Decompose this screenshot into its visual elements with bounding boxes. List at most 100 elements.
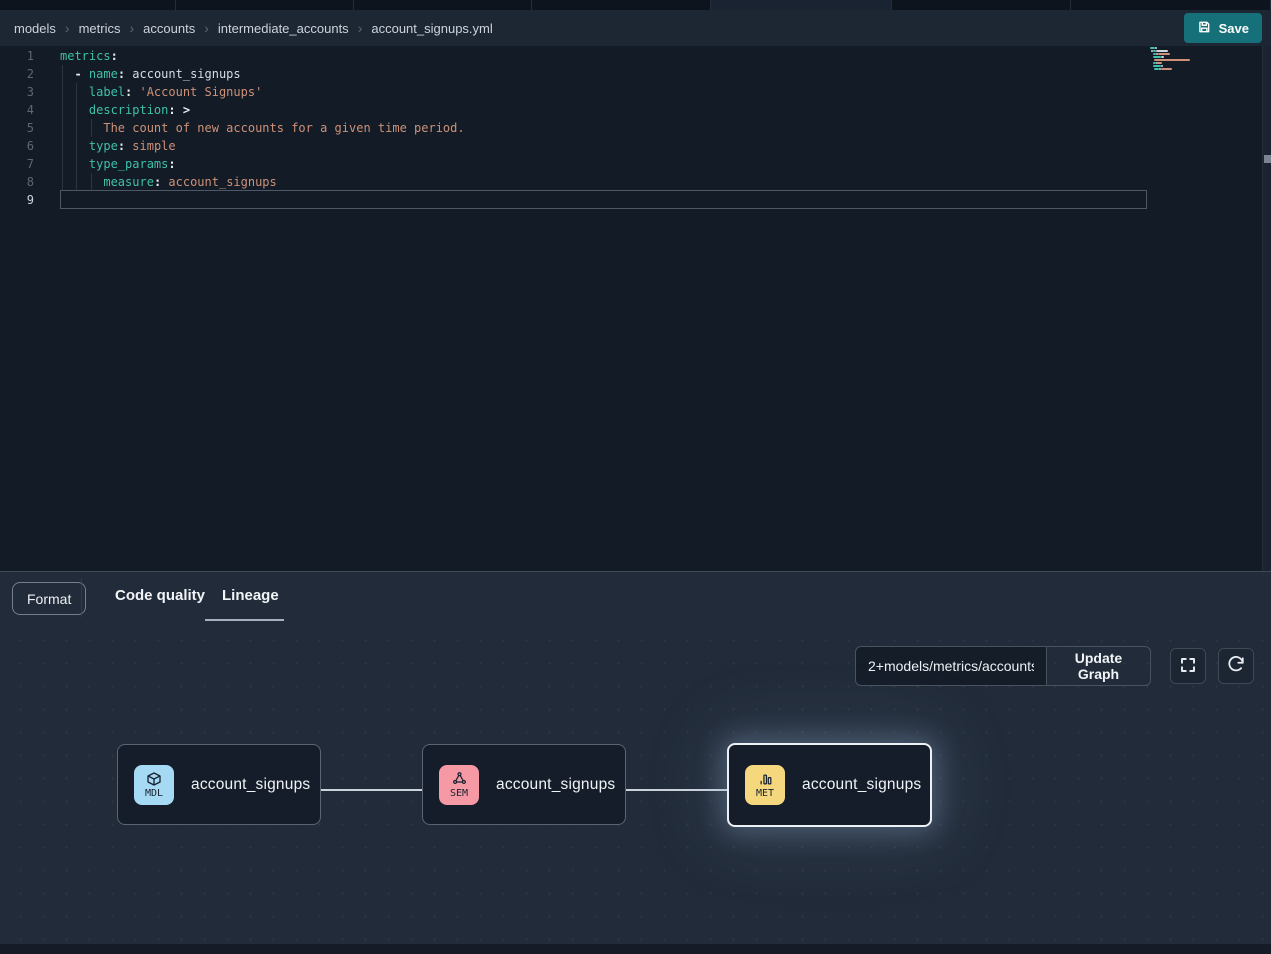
tab-lineage[interactable]: Lineage xyxy=(222,587,279,604)
code-line[interactable]: 4 description: > xyxy=(0,101,1271,119)
indent-guide xyxy=(62,65,63,191)
node-label: account_signups xyxy=(191,776,310,794)
minimap-line xyxy=(1161,68,1172,70)
editor-tab[interactable] xyxy=(532,0,711,10)
line-number: 5 xyxy=(0,119,60,137)
code-text: label: 'Account Signups' xyxy=(60,83,262,101)
save-label: Save xyxy=(1219,21,1249,36)
minimap[interactable] xyxy=(1150,47,1214,81)
chevron-right-icon: › xyxy=(65,20,70,36)
editor-tab-strip xyxy=(0,0,1271,10)
code-line[interactable]: 2 - name: account_signups xyxy=(0,65,1271,83)
code-text: - name: account_signups xyxy=(60,65,241,83)
code-line[interactable]: 1metrics: xyxy=(0,47,1271,65)
editor-tab[interactable] xyxy=(0,0,176,10)
line-number: 7 xyxy=(0,155,60,173)
node-type-label: SEM xyxy=(450,788,468,799)
code-text: description: > xyxy=(60,101,190,119)
breadcrumb-item[interactable]: intermediate_accounts xyxy=(218,21,349,36)
divider xyxy=(81,578,82,617)
line-number: 2 xyxy=(0,65,60,83)
code-editor[interactable]: 1metrics:2 - name: account_signups3 labe… xyxy=(0,46,1271,571)
line-number: 1 xyxy=(0,47,60,65)
minimap-line xyxy=(1153,56,1161,58)
save-icon xyxy=(1197,20,1211,37)
editor-tab[interactable] xyxy=(354,0,532,10)
code-line[interactable]: 6 type: simple xyxy=(0,137,1271,155)
code-line[interactable]: 8 measure: account_signups xyxy=(0,173,1271,191)
file-header-bar: models › metrics › accounts › intermediate_acc… xyxy=(0,10,1271,46)
node-label: account_signups xyxy=(802,776,921,794)
editor-tab[interactable] xyxy=(892,0,1071,10)
minimap-line xyxy=(1155,47,1157,49)
chevron-right-icon: › xyxy=(129,20,134,36)
save-button[interactable]: Save xyxy=(1184,13,1262,43)
node-type-badge: SEM xyxy=(439,765,479,805)
code-line[interactable]: 5 The count of new accounts for a given … xyxy=(0,119,1271,137)
model-selector-group: Update Graph xyxy=(855,646,1151,686)
breadcrumb: models › metrics › accounts › intermediate_acc… xyxy=(14,20,493,36)
lineage-node-met[interactable]: MET account_signups xyxy=(727,743,932,827)
chevron-right-icon: › xyxy=(358,20,363,36)
update-graph-button[interactable]: Update Graph xyxy=(1046,646,1151,686)
breadcrumb-item[interactable]: account_signups.yml xyxy=(371,21,492,36)
minimap-line xyxy=(1162,56,1164,58)
lineage-node-mdl[interactable]: MDL account_signups xyxy=(117,744,321,825)
editor-tab[interactable] xyxy=(176,0,354,10)
line-number: 4 xyxy=(0,101,60,119)
lineage-canvas[interactable]: Update Graph MDL account_signups SEM accoun… xyxy=(0,622,1271,945)
breadcrumb-item[interactable]: metrics xyxy=(79,21,121,36)
node-type-label: MET xyxy=(756,788,774,799)
ide-window: models › metrics › accounts › intermediate_acc… xyxy=(0,0,1271,954)
code-text: type: simple xyxy=(60,137,176,155)
minimap-line xyxy=(1157,62,1161,64)
indent-guide xyxy=(91,119,92,137)
indent-guide xyxy=(91,173,92,191)
line-number: 6 xyxy=(0,137,60,155)
network-icon xyxy=(452,771,467,787)
editor-tab-active[interactable] xyxy=(711,0,892,10)
panel-bottom-strip xyxy=(0,944,1271,954)
panel-tab-bar: Format Code quality Lineage xyxy=(0,572,1271,622)
indent-guide xyxy=(76,83,77,191)
line-number: 8 xyxy=(0,173,60,191)
minimap-line xyxy=(1158,53,1170,55)
lineage-node-sem[interactable]: SEM account_signups xyxy=(422,744,626,825)
minimap-line xyxy=(1153,65,1161,67)
editor-scrollbar[interactable] xyxy=(1262,46,1271,571)
code-text: measure: account_signups xyxy=(60,173,277,191)
tab-code-quality[interactable]: Code quality xyxy=(115,587,205,604)
bar-chart-icon xyxy=(758,771,773,787)
active-tab-underline xyxy=(205,619,284,621)
code-lines: 1metrics:2 - name: account_signups3 labe… xyxy=(0,47,1271,209)
line-number: 9 xyxy=(0,191,60,209)
current-line-highlight xyxy=(60,190,1147,209)
fullscreen-icon xyxy=(1179,656,1197,677)
node-label: account_signups xyxy=(496,776,615,794)
edge-connector xyxy=(321,789,422,791)
bottom-panel: Format Code quality Lineage Update Graph xyxy=(0,571,1271,954)
minimap-line xyxy=(1157,50,1168,52)
breadcrumb-item[interactable]: models xyxy=(14,21,56,36)
format-button[interactable]: Format xyxy=(12,582,86,615)
editor-tab[interactable] xyxy=(1071,0,1271,10)
code-text: metrics: xyxy=(60,47,118,65)
code-text: type_params: xyxy=(60,155,176,173)
refresh-button[interactable] xyxy=(1218,648,1254,684)
code-line[interactable]: 7 type_params: xyxy=(0,155,1271,173)
cube-icon xyxy=(146,771,162,787)
node-type-label: MDL xyxy=(145,788,163,799)
node-type-badge: MDL xyxy=(134,765,174,805)
chevron-right-icon: › xyxy=(204,20,209,36)
scrollbar-thumb[interactable] xyxy=(1264,155,1271,163)
fullscreen-button[interactable] xyxy=(1170,648,1206,684)
minimap-line xyxy=(1154,59,1190,61)
refresh-icon xyxy=(1227,656,1245,677)
node-type-badge: MET xyxy=(745,765,785,805)
line-number: 3 xyxy=(0,83,60,101)
model-selector-input[interactable] xyxy=(855,646,1047,686)
code-line[interactable]: 3 label: 'Account Signups' xyxy=(0,83,1271,101)
breadcrumb-item[interactable]: accounts xyxy=(143,21,195,36)
code-text: The count of new accounts for a given ti… xyxy=(60,119,465,137)
minimap-line xyxy=(1161,65,1163,67)
